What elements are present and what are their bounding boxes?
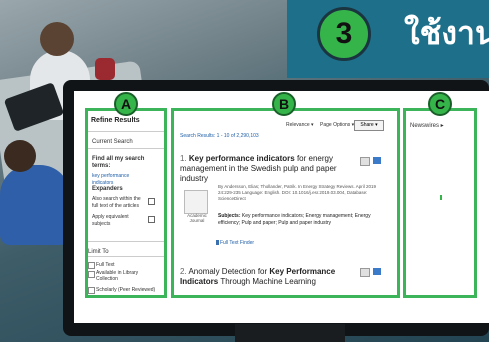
panel-c-highlight: [403, 108, 477, 298]
bag: [95, 58, 115, 80]
panel-a-highlight: [85, 108, 167, 298]
monitor-stand: [235, 324, 345, 342]
person-body-2: [0, 165, 70, 245]
panel-b-highlight: [171, 108, 400, 298]
step-number-badge: 3: [317, 7, 371, 61]
panel-a-label: A: [114, 92, 138, 116]
person-head-1: [40, 22, 74, 56]
panel-b-label: B: [272, 92, 296, 116]
header-title: ใช้งาน: [404, 14, 489, 52]
panel-c-label: C: [428, 92, 452, 116]
person-head-2: [4, 140, 36, 172]
